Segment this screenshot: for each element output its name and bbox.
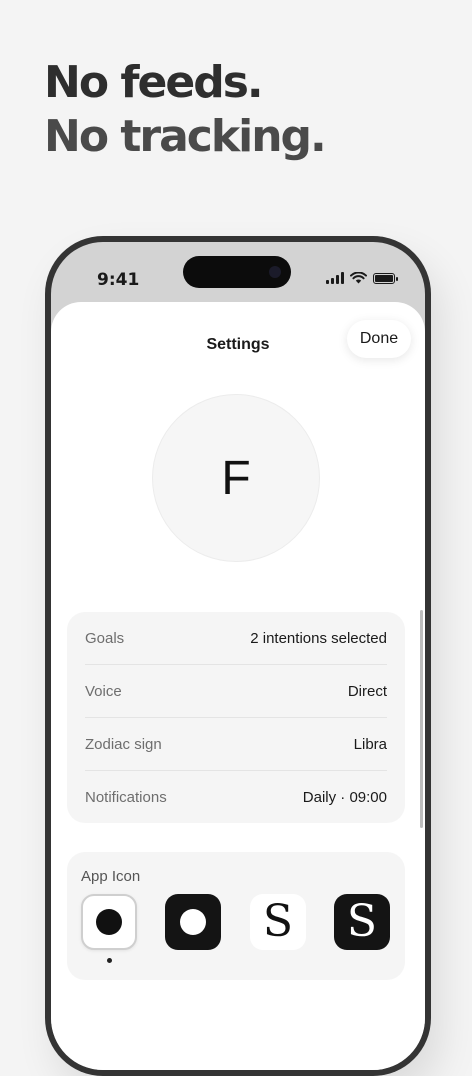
row-value: 2 intentions selected xyxy=(250,629,387,647)
dot-icon xyxy=(96,909,122,935)
wifi-icon xyxy=(350,272,367,284)
serif-s-icon: S xyxy=(346,896,378,947)
selected-indicator xyxy=(107,958,112,963)
settings-list: Goals 2 intentions selected Voice Direct… xyxy=(67,612,405,823)
app-icon-option-light-serif[interactable]: S xyxy=(250,894,306,950)
app-icon-option-dark-serif[interactable]: S xyxy=(334,894,390,950)
row-value: Daily · 09:00 xyxy=(302,788,387,806)
battery-icon xyxy=(373,272,398,284)
headline-line-1: No feeds. xyxy=(44,57,264,108)
done-button[interactable]: Done xyxy=(347,320,411,358)
app-icon-section: App Icon S S xyxy=(67,852,405,980)
status-icons xyxy=(326,272,398,284)
row-label: Goals xyxy=(85,629,125,647)
row-value: Direct xyxy=(347,682,387,700)
settings-row-zodiac-sign[interactable]: Zodiac sign Libra xyxy=(85,717,387,770)
settings-row-notifications[interactable]: Notifications Daily · 09:00 xyxy=(85,770,387,823)
cellular-signal-icon xyxy=(326,272,344,284)
phone-screen: 9:41 Settings Done F Goals 2 intentions … xyxy=(51,242,425,1070)
dot-icon xyxy=(180,909,206,935)
row-label: Voice xyxy=(85,682,122,700)
headline-line-2: No tracking. xyxy=(44,111,327,162)
camera-icon xyxy=(269,266,281,278)
settings-row-voice[interactable]: Voice Direct xyxy=(85,664,387,717)
app-icon-option-dark-dot[interactable] xyxy=(165,894,221,950)
avatar[interactable]: F xyxy=(152,394,320,562)
avatar-initial: F xyxy=(221,451,251,505)
marketing-headline: No feeds. No tracking. xyxy=(44,56,327,164)
phone-frame: 9:41 Settings Done F Goals 2 intentions … xyxy=(45,236,431,1076)
app-icon-title: App Icon xyxy=(81,868,141,885)
app-icon-option-light-dot[interactable] xyxy=(81,894,137,950)
row-label: Notifications xyxy=(85,788,167,806)
serif-s-icon: S xyxy=(262,896,294,947)
settings-sheet: Settings Done F Goals 2 intentions selec… xyxy=(51,302,425,1070)
status-time: 9:41 xyxy=(97,270,140,290)
scrollbar[interactable] xyxy=(420,610,423,828)
row-value: Libra xyxy=(353,735,387,753)
settings-row-goals[interactable]: Goals 2 intentions selected xyxy=(85,612,387,664)
dynamic-island xyxy=(183,256,291,288)
row-label: Zodiac sign xyxy=(85,735,162,753)
